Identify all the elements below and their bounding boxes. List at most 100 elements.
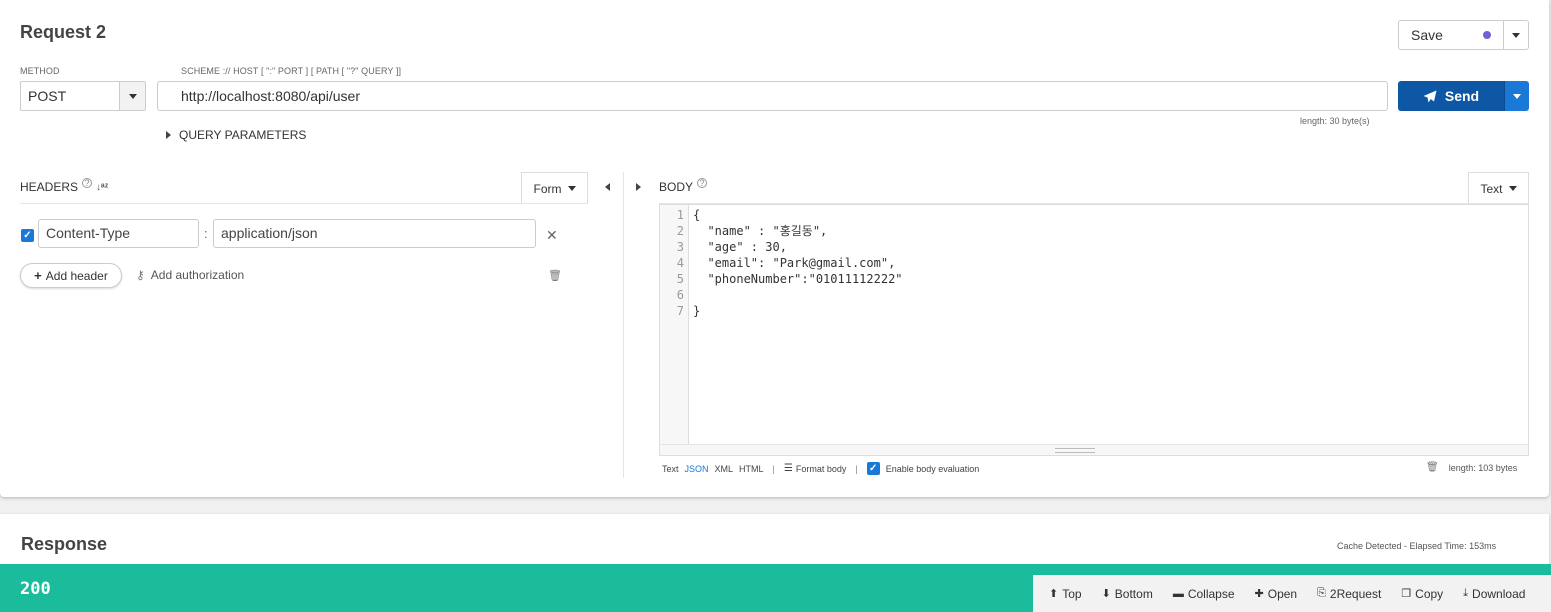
- paper-plane-icon: [1423, 90, 1437, 102]
- method-select[interactable]: POST: [20, 81, 146, 111]
- header-enabled-checkbox[interactable]: ✓: [21, 229, 34, 242]
- body-format-bar: Text JSON XML HTML | ☰ Format body | ✓ E…: [662, 462, 979, 475]
- copy-doc-icon: ⎘: [1317, 587, 1326, 599]
- body-length: length: 103 bytes: [1448, 462, 1518, 473]
- download-icon: ⤓: [1463, 587, 1469, 599]
- line-number: 4: [676, 256, 684, 270]
- expand-right-icon[interactable]: [636, 183, 641, 191]
- format-body-button[interactable]: ☰ Format body: [784, 463, 847, 474]
- key-icon: ⚷: [136, 268, 145, 282]
- format-json-option[interactable]: JSON: [685, 464, 709, 474]
- bottom-button[interactable]: ⬇ Bottom: [1102, 587, 1153, 601]
- send-dropdown-button[interactable]: [1504, 81, 1529, 111]
- arrow-up-circle-icon: ⬆: [1049, 588, 1059, 600]
- query-parameters-label: QUERY PARAMETERS: [179, 128, 307, 142]
- sort-alpha-icon[interactable]: ↓ᵃᶻ: [96, 182, 108, 193]
- delete-all-headers-icon[interactable]: 🗑: [548, 269, 562, 282]
- line-number: 7: [676, 304, 684, 318]
- method-label: METHOD: [20, 66, 60, 76]
- plus-square-icon: ✚: [1254, 588, 1264, 600]
- line-number-gutter: 1 2 3 4 5 6 7: [660, 205, 689, 445]
- response-toolbar: ⬆ Top ⬇ Bottom ▬ Collapse ✚ Open ⎘ 2Requ…: [1033, 575, 1551, 612]
- help-icon[interactable]: ?: [82, 178, 93, 188]
- format-xml-option[interactable]: XML: [715, 464, 734, 474]
- code-line: "email": "Park@gmail.com",: [693, 256, 896, 270]
- separator: |: [772, 463, 775, 474]
- copy-label: Copy: [1415, 586, 1444, 601]
- collapse-left-icon[interactable]: [605, 183, 610, 191]
- chevron-down-icon: [567, 186, 576, 191]
- top-button[interactable]: ⬆ Top: [1049, 587, 1082, 601]
- clear-body-icon[interactable]: 🗑: [1426, 462, 1439, 473]
- line-number: 2: [676, 224, 684, 238]
- open-label: Open: [1267, 586, 1298, 601]
- add-authorization-button[interactable]: ⚷ Add authorization: [136, 268, 244, 282]
- panel-separator: [623, 172, 624, 478]
- unsaved-dot-icon: [1483, 31, 1492, 39]
- top-label: Top: [1062, 586, 1082, 601]
- collapse-button[interactable]: ▬ Collapse: [1173, 587, 1235, 601]
- send-button[interactable]: Send: [1398, 81, 1504, 111]
- status-code: 200: [20, 579, 51, 599]
- save-dropdown-button[interactable]: [1503, 21, 1528, 49]
- response-title: Response: [21, 534, 108, 554]
- enable-body-evaluation-checkbox[interactable]: ✓: [866, 462, 880, 475]
- add-header-button[interactable]: + Add header: [20, 263, 122, 288]
- method-dropdown-button[interactable]: [119, 82, 145, 110]
- copy-button[interactable]: ❐ Copy: [1401, 587, 1443, 601]
- format-body-label: Format body: [795, 463, 847, 474]
- plus-icon: +: [34, 268, 42, 283]
- body-heading: BODY ?: [659, 178, 708, 194]
- body-length-area: 🗑 length: 103 bytes: [1426, 462, 1517, 473]
- minus-square-icon: ▬: [1172, 587, 1184, 600]
- open-button[interactable]: ✚ Open: [1255, 587, 1298, 601]
- line-number: 3: [676, 240, 684, 254]
- headers-divider: [20, 203, 588, 204]
- editor-resize-handle[interactable]: [660, 444, 1528, 455]
- line-number: 6: [676, 288, 684, 302]
- header-value-input[interactable]: application/json: [213, 219, 536, 248]
- help-icon[interactable]: ?: [697, 178, 708, 188]
- download-button[interactable]: ⤓ Download: [1463, 587, 1525, 601]
- separator: |: [855, 463, 858, 474]
- chevron-down-icon: [1513, 93, 1521, 99]
- body-editor[interactable]: 1 2 3 4 5 6 7 { "name" : "홍길동", "age" : …: [659, 204, 1529, 456]
- headers-label: HEADERS: [20, 180, 79, 194]
- header-name-input[interactable]: Content-Type: [38, 219, 199, 248]
- header-colon: :: [204, 226, 208, 241]
- format-text-option[interactable]: Text: [662, 464, 679, 474]
- chevron-down-icon: [128, 93, 137, 99]
- to-request-label: 2Request: [1329, 586, 1382, 601]
- code-lines: { "name" : "홍길동", "age" : 30, "email": "…: [693, 207, 903, 319]
- collapse-label: Collapse: [1187, 586, 1235, 601]
- headers-mode-label: Form: [533, 181, 562, 196]
- headers-mode-dropdown[interactable]: Form: [521, 172, 588, 204]
- caret-right-icon: [166, 131, 171, 139]
- body-mode-dropdown[interactable]: Text: [1468, 172, 1529, 204]
- align-left-icon: ☰: [783, 463, 793, 474]
- save-label: Save: [1411, 27, 1443, 43]
- to-request-button[interactable]: ⎘ 2Request: [1317, 587, 1381, 601]
- query-parameters-toggle[interactable]: QUERY PARAMETERS: [166, 128, 306, 142]
- copy-icon: ❐: [1401, 588, 1412, 600]
- download-label: Download: [1472, 586, 1526, 601]
- request-title: Request 2: [20, 22, 107, 42]
- url-input[interactable]: [157, 81, 1388, 111]
- add-authorization-label: Add authorization: [150, 268, 245, 282]
- save-button[interactable]: Save: [1399, 21, 1503, 49]
- bottom-label: Bottom: [1114, 586, 1153, 601]
- code-line: "phoneNumber":"01011112222": [693, 272, 903, 286]
- url-format-label: SCHEME :// HOST [ ":" PORT ] [ PATH [ "?…: [181, 66, 402, 76]
- chevron-down-icon: [1508, 186, 1517, 191]
- code-line: "name" : "홍길동",: [693, 224, 828, 238]
- body-label: BODY: [659, 180, 694, 194]
- remove-header-icon[interactable]: ✕: [546, 227, 558, 244]
- code-line: }: [693, 304, 701, 318]
- save-button-group: Save: [1398, 20, 1529, 50]
- cache-info: Cache Detected - Elapsed Time: 153ms: [1337, 541, 1497, 551]
- method-value: POST: [28, 88, 67, 104]
- body-mode-label: Text: [1480, 181, 1503, 196]
- headers-heading: HEADERS ? ↓ᵃᶻ: [20, 178, 108, 194]
- format-html-option[interactable]: HTML: [739, 464, 764, 474]
